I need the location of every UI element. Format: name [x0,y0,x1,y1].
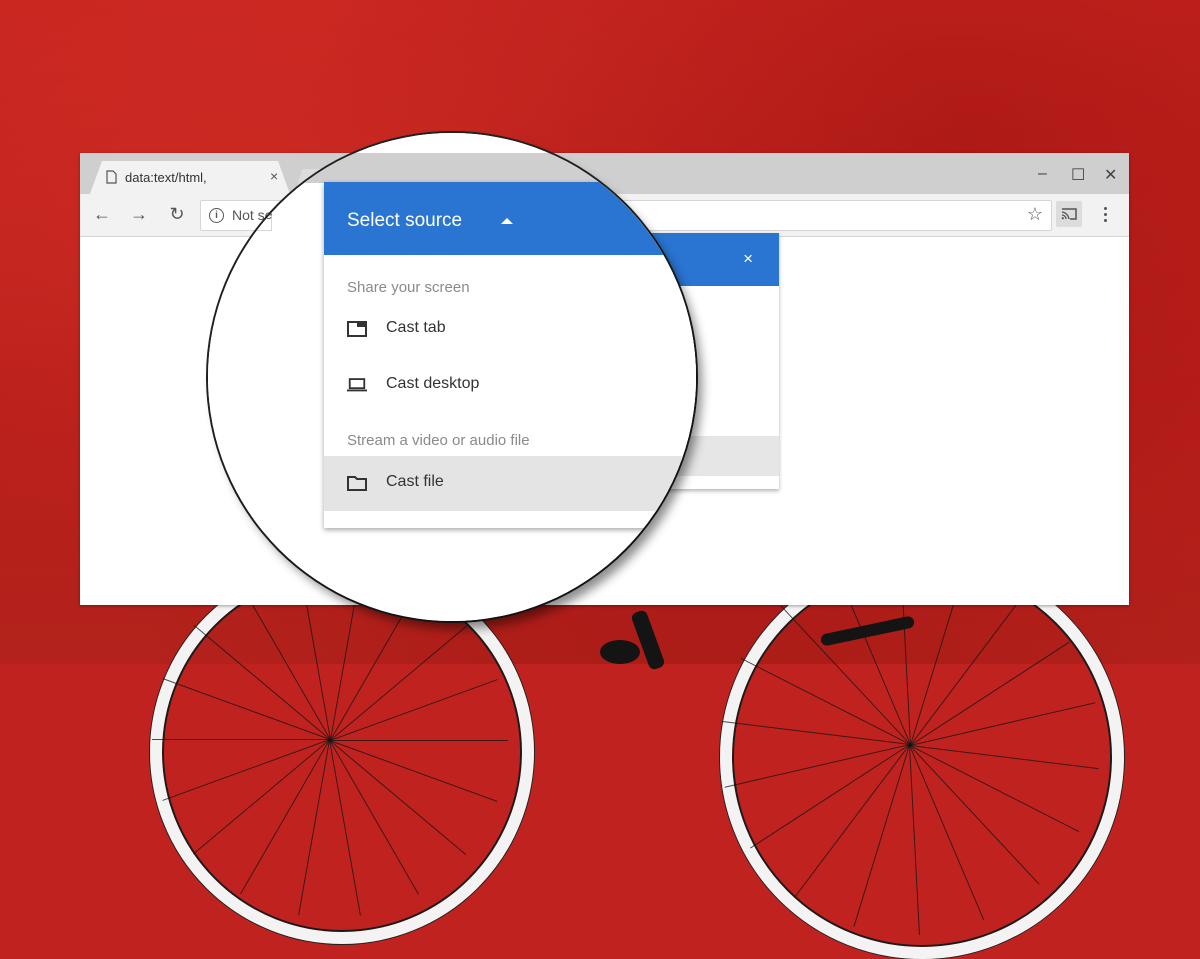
menu-item-cast-tab[interactable]: Cast tab [324,305,696,355]
folder-icon [347,476,367,491]
select-source-menu: Select source Share your screen Cast tab… [324,182,696,528]
cast-icon [1061,208,1077,220]
section-stream-file: Stream a video or audio file [347,432,530,449]
bicycle-crank [600,640,640,664]
tab-icon [347,321,367,337]
cast-dialog-close-icon[interactable]: × [743,249,753,269]
select-source-title: Select source [347,210,463,231]
forward-icon[interactable]: → [128,203,150,225]
minimize-icon[interactable]: – [1038,165,1047,183]
menu-item-label: Cast desktop [386,375,480,392]
cast-button[interactable] [1056,201,1082,227]
section-share-screen: Share your screen [347,279,470,296]
magnifier-lens: i Not se Select source Share your screen… [208,133,696,621]
window-close-icon[interactable]: ✕ [1104,165,1117,185]
menu-dots-icon[interactable] [1096,202,1116,226]
bicycle-spoke [330,740,508,741]
menu-item-cast-file[interactable]: Cast file [324,456,696,511]
tab-title: data:text/html, [125,170,207,185]
maximize-icon[interactable]: ☐ [1071,165,1085,185]
bicycle-spoke [152,739,330,740]
info-icon: i [209,207,224,222]
page-icon [106,170,117,184]
menu-item-cast-desktop[interactable]: Cast desktop [324,361,696,411]
lens-security-status-text: Not se [232,206,273,222]
reload-icon[interactable]: ↻ [166,203,188,225]
menu-item-label: Cast tab [386,319,446,336]
lens-address-bar: i Not se [208,199,272,231]
lens-tab-strip [208,153,696,183]
bookmark-star-icon[interactable]: ☆ [1027,204,1043,225]
caret-up-icon [501,218,513,224]
menu-item-label: Cast file [386,473,444,490]
laptop-icon [347,378,367,392]
back-icon[interactable]: ← [91,203,113,225]
select-source-header[interactable]: Select source [324,182,696,255]
